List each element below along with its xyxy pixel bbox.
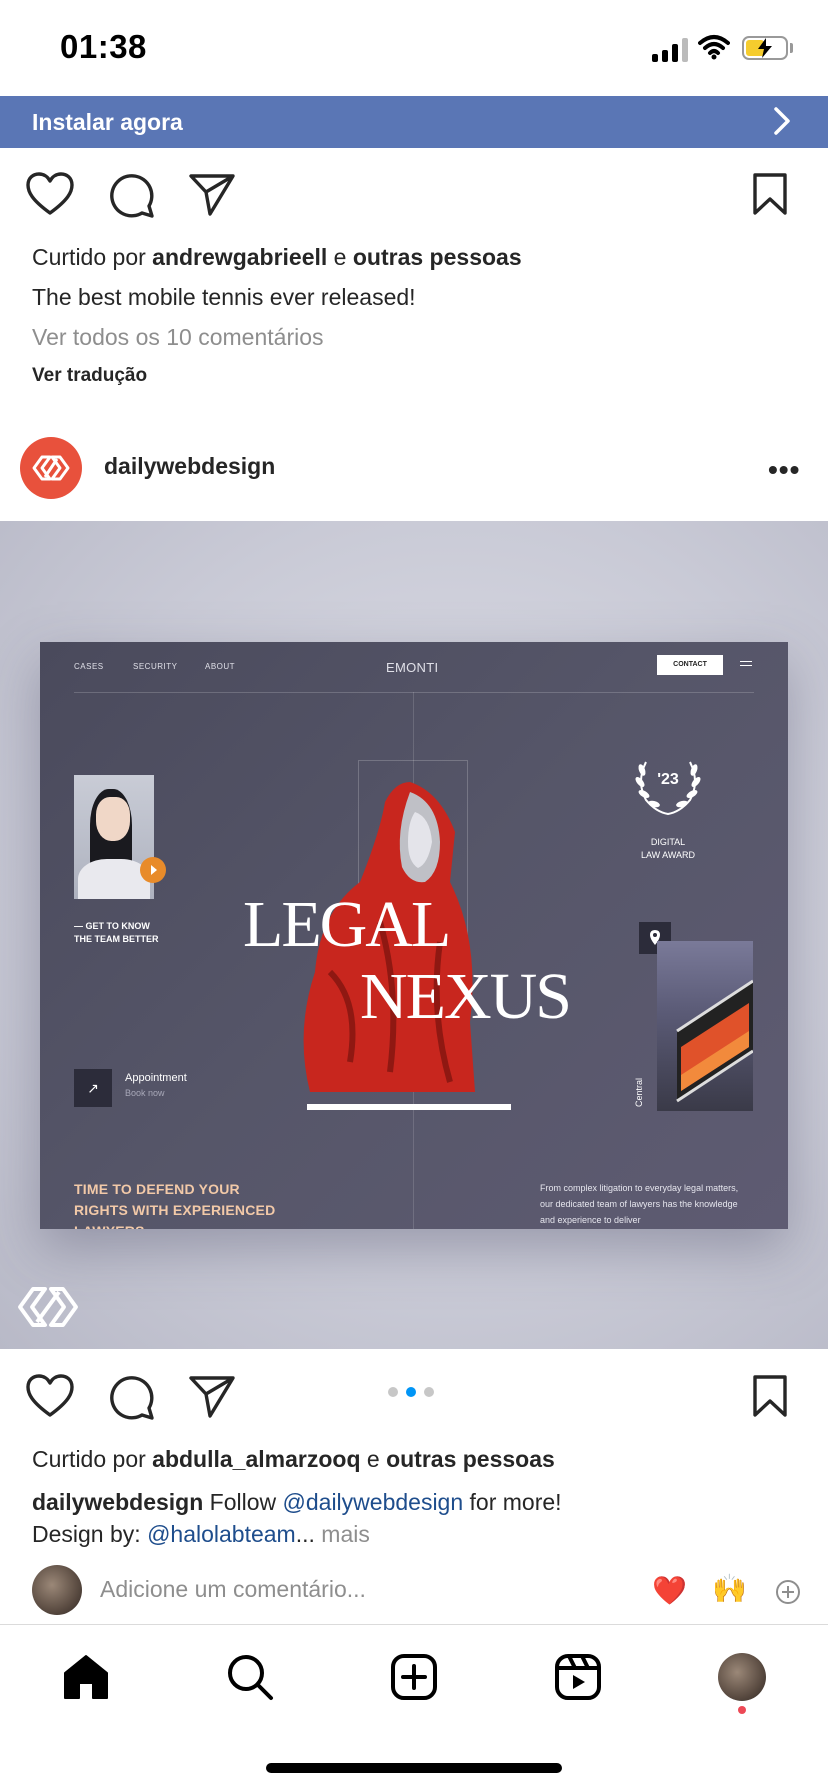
- carousel-dot: [388, 1387, 398, 1397]
- post-image[interactable]: CASES SECURITY ABOUT EMONTI CONTACT — GE…: [0, 521, 828, 1349]
- bookmark-icon[interactable]: [752, 1374, 788, 1418]
- mockup-award-year: '23: [657, 771, 679, 788]
- watermark-logo-icon: [18, 1287, 78, 1327]
- tab-create[interactable]: [386, 1649, 442, 1705]
- carousel-indicator: [388, 1387, 434, 1397]
- more-options-icon[interactable]: •••: [768, 454, 800, 486]
- view-all-comments-link[interactable]: Ver todos os 10 comentários: [32, 324, 324, 351]
- profile-avatar[interactable]: [718, 1653, 766, 1701]
- post2-likes: Curtido por abdulla_almarzooq e outras p…: [32, 1446, 555, 1473]
- carousel-dot: [424, 1387, 434, 1397]
- tab-home[interactable]: [58, 1649, 114, 1705]
- search-icon[interactable]: [226, 1653, 274, 1701]
- heart-emoji-button[interactable]: ❤️: [652, 1577, 687, 1605]
- mockup-title-legal: LEGAL: [243, 888, 451, 961]
- mockup-paragraph: From complex litigation to everyday lega…: [540, 1183, 739, 1225]
- mockup-building-image: [657, 941, 753, 1111]
- mockup-menu-icon: [740, 661, 752, 666]
- see-translation-link[interactable]: Ver tradução: [32, 365, 147, 387]
- post1-caption: The best mobile tennis ever released!: [32, 284, 416, 310]
- likes-others[interactable]: outras pessoas: [386, 1446, 555, 1472]
- post2-caption: dailywebdesign Follow @dailywebdesign fo…: [32, 1486, 812, 1550]
- status-time: 01:38: [60, 28, 147, 65]
- like-heart-icon[interactable]: [26, 1374, 74, 1418]
- share-send-icon[interactable]: [188, 173, 236, 217]
- battery-tip: [790, 43, 793, 53]
- mockup-nav-cases: CASES: [74, 662, 104, 671]
- mockup-arrow-icon: ↗: [74, 1069, 112, 1107]
- likes-prefix: Curtido por: [32, 244, 153, 270]
- mockup-headline: TIME TO DEFEND YOUR RIGHTS WITH EXPERIEN…: [74, 1179, 275, 1229]
- tab-search[interactable]: [222, 1649, 278, 1705]
- cellular-signal-icon: [652, 36, 688, 62]
- caption-username[interactable]: dailywebdesign: [32, 1489, 203, 1515]
- website-mockup: CASES SECURITY ABOUT EMONTI CONTACT — GE…: [40, 642, 788, 1229]
- install-banner-label[interactable]: Instalar agora: [32, 96, 183, 148]
- caption-ellipsis: ...: [295, 1521, 315, 1547]
- caption-text: Follow: [203, 1489, 283, 1515]
- mockup-award-line2: LAW AWARD: [640, 850, 695, 860]
- mockup-team-better: THE TEAM BETTER: [74, 934, 159, 944]
- chevron-right-icon[interactable]: [766, 106, 796, 136]
- mockup-award-text: DIGITAL LAW AWARD: [608, 836, 728, 862]
- caption-more-link[interactable]: mais: [315, 1521, 370, 1547]
- install-banner[interactable]: Instalar agora: [0, 96, 828, 148]
- likes-others[interactable]: outras pessoas: [353, 244, 522, 270]
- mockup-brand: EMONTI: [386, 660, 439, 675]
- mockup-book-now: Book now: [125, 1088, 165, 1098]
- tab-profile[interactable]: [714, 1649, 770, 1705]
- mockup-pedestal: [307, 1104, 511, 1110]
- dailywebdesign-logo-icon: [32, 455, 70, 481]
- comment-bubble-icon[interactable]: [109, 173, 155, 219]
- liker-username[interactable]: abdulla_almarzooq: [152, 1446, 360, 1472]
- home-icon[interactable]: [61, 1653, 111, 1701]
- post1-likes: Curtido por andrewgabrieell e outras pes…: [32, 244, 522, 271]
- mockup-headline-2: RIGHTS WITH EXPERIENCED: [74, 1202, 276, 1218]
- battery-icon: [742, 36, 788, 60]
- caption-text: for more!: [463, 1489, 562, 1515]
- raising-hands-emoji-button[interactable]: 🙌: [712, 1575, 747, 1603]
- add-comment-input[interactable]: Adicione um comentário...: [100, 1576, 366, 1603]
- reels-icon[interactable]: [554, 1653, 602, 1701]
- mockup-headline-1: TIME TO DEFEND YOUR: [74, 1181, 240, 1197]
- mockup-central: Central: [634, 1077, 644, 1107]
- mockup-nav-security: SECURITY: [133, 662, 178, 671]
- caption-mention[interactable]: @halolabteam: [147, 1521, 296, 1547]
- caption-mention[interactable]: @dailywebdesign: [283, 1489, 464, 1515]
- mockup-nav-about: ABOUT: [205, 662, 236, 671]
- comment-bubble-icon[interactable]: [109, 1375, 155, 1421]
- mockup-title-nexus: NEXUS: [360, 960, 572, 1033]
- avatar: [32, 1565, 82, 1615]
- bookmark-icon[interactable]: [752, 172, 788, 216]
- mockup-divider: [74, 692, 754, 693]
- share-send-icon[interactable]: [188, 1375, 236, 1419]
- likes-mid: e: [327, 244, 353, 270]
- mockup-get-to-know: — GET TO KNOW: [74, 921, 150, 931]
- avatar[interactable]: [20, 437, 82, 499]
- mockup-play-icon: [140, 857, 166, 883]
- liker-username[interactable]: andrewgabrieell: [152, 244, 327, 270]
- add-emoji-icon[interactable]: [775, 1579, 801, 1605]
- mockup-award-line1: DIGITAL: [650, 837, 686, 847]
- likes-mid: e: [360, 1446, 387, 1472]
- create-icon[interactable]: [390, 1653, 438, 1701]
- mockup-contact-button: CONTACT: [657, 655, 723, 675]
- notification-dot: [738, 1706, 746, 1714]
- wifi-icon: [698, 35, 730, 60]
- likes-prefix: Curtido por: [32, 1446, 153, 1472]
- tab-reels[interactable]: [550, 1649, 606, 1705]
- mockup-appointment: Appointment: [125, 1072, 187, 1084]
- like-heart-icon[interactable]: [26, 172, 74, 216]
- carousel-dot-active: [406, 1387, 416, 1397]
- mockup-headline-3: LAWYERS: [74, 1221, 275, 1229]
- home-indicator: [266, 1763, 562, 1773]
- laurel-wreath-icon: '23: [635, 761, 701, 816]
- status-bar: 01:38: [0, 0, 828, 96]
- post-username[interactable]: dailywebdesign: [104, 453, 275, 480]
- caption-text: Design by:: [32, 1521, 148, 1547]
